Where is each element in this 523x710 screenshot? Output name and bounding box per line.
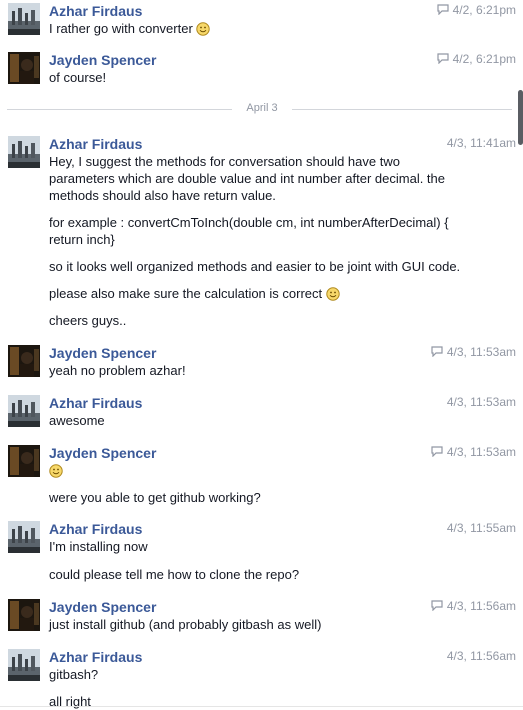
timestamp: 4/3, 11:53am xyxy=(431,445,516,460)
sender-name[interactable]: Jayden Spencer xyxy=(49,445,156,461)
message-text: I'm installing now xyxy=(49,539,148,554)
timestamp: 4/3, 11:56am xyxy=(446,649,516,663)
timestamp: 4/3, 11:56am xyxy=(431,599,516,614)
timestamp: 4/2, 6:21pm xyxy=(437,52,516,67)
message-text: cheers guys.. xyxy=(49,313,127,328)
avatar[interactable] xyxy=(8,136,40,168)
message-text: were you able to get github working? xyxy=(49,490,261,505)
sender-name[interactable]: Azhar Firdaus xyxy=(49,3,142,19)
sent-check-icon xyxy=(431,600,443,614)
timestamp: 4/3, 11:55am xyxy=(446,521,516,535)
sent-check-icon xyxy=(437,53,449,67)
timestamp: 4/3, 11:53am xyxy=(431,345,516,360)
smile-emoji-icon xyxy=(49,464,63,482)
avatar[interactable] xyxy=(8,345,40,377)
sender-name[interactable]: Jayden Spencer xyxy=(49,345,156,361)
message-text: awesome xyxy=(49,413,105,428)
message-text: yeah no problem azhar! xyxy=(49,363,186,378)
smile-emoji-icon xyxy=(326,287,340,305)
sender-name[interactable]: Azhar Firdaus xyxy=(49,395,142,411)
avatar[interactable] xyxy=(8,445,40,477)
avatar[interactable] xyxy=(8,395,40,427)
sender-name[interactable]: Azhar Firdaus xyxy=(49,136,142,152)
sender-name[interactable]: Jayden Spencer xyxy=(49,599,156,615)
avatar[interactable] xyxy=(8,599,40,631)
sent-check-icon xyxy=(431,446,443,460)
message-text: please also make sure the calculation is… xyxy=(49,285,504,305)
timestamp: 4/3, 11:41am xyxy=(446,136,516,150)
message-text: Hey, I suggest the methods for conversat… xyxy=(49,154,445,203)
message-text: for example : convertCmToInch(double cm,… xyxy=(49,215,449,247)
scrollbar-thumb[interactable] xyxy=(518,90,523,145)
timestamp: 4/2, 6:21pm xyxy=(437,3,516,18)
sender-name[interactable]: Jayden Spencer xyxy=(49,52,156,68)
avatar[interactable] xyxy=(8,649,40,681)
sender-name[interactable]: Azhar Firdaus xyxy=(49,521,142,537)
avatar[interactable] xyxy=(8,3,40,35)
sender-name[interactable]: Azhar Firdaus xyxy=(49,649,142,665)
message-text: just install github (and probably gitbas… xyxy=(49,617,322,632)
date-divider-label: April 3 xyxy=(246,102,278,114)
message-text: could please tell me how to clone the re… xyxy=(49,567,300,582)
smile-emoji-icon xyxy=(196,22,211,40)
message-text: of course! xyxy=(49,70,107,85)
sent-check-icon xyxy=(437,4,449,18)
message-text: all right xyxy=(49,694,91,709)
avatar[interactable] xyxy=(8,521,40,553)
date-divider: April 3 xyxy=(7,102,512,114)
message-text: gitbash? xyxy=(49,667,99,682)
message-text: I rather go with converter xyxy=(49,20,504,40)
message-text xyxy=(49,462,504,482)
chat-thread: Azhar Firdaus 4/2, 6:21pm I rather go wi… xyxy=(0,0,523,709)
message-text: so it looks well organized methods and e… xyxy=(49,259,461,274)
timestamp: 4/3, 11:53am xyxy=(446,395,516,409)
avatar[interactable] xyxy=(8,52,40,84)
sent-check-icon xyxy=(431,346,443,360)
